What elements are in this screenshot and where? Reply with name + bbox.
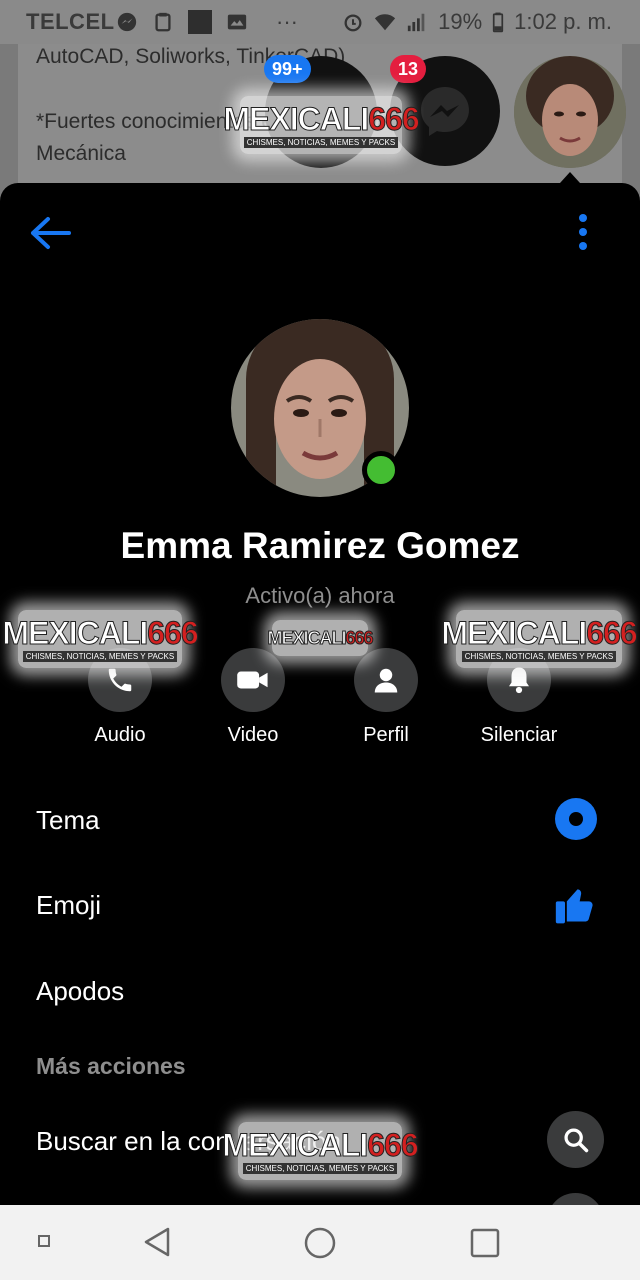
video-label: Video	[227, 724, 279, 746]
nicknames-row-label[interactable]: Apodos	[36, 976, 124, 1007]
more-options-icon[interactable]	[570, 213, 596, 253]
watermark-logo: MEXICALI666 CHISMES, NOTICIAS, MEMES Y P…	[223, 96, 420, 154]
watermark-logo: MEXICALI666	[267, 620, 374, 656]
chat-head-pointer	[560, 172, 580, 183]
recent-apps-icon[interactable]	[468, 1226, 502, 1260]
battery-icon	[493, 12, 504, 33]
video-camera-icon	[237, 671, 268, 689]
gallery-notification-icon	[227, 14, 247, 30]
more-notifications-dots: ···	[276, 9, 298, 34]
battery-percent: 19%	[438, 9, 483, 34]
watermark-logo: MEXICALI666 CHISMES, NOTICIAS, MEMES Y P…	[2, 610, 199, 668]
clock: 1:02 p. m.	[514, 9, 612, 34]
conversation-details-panel: Emma Ramirez Gomez Activo(a) ahora Audio…	[0, 183, 640, 1205]
mute-label: Silenciar	[480, 724, 558, 746]
signal-icon	[407, 13, 425, 32]
theme-color-icon[interactable]	[554, 797, 598, 841]
profile-circle[interactable]	[354, 648, 418, 712]
messenger-notification-icon	[117, 12, 137, 32]
thumbs-up-icon[interactable]	[554, 883, 598, 927]
home-nav-icon[interactable]	[302, 1225, 338, 1261]
status-bar: TELCEL ··· 19% 1:02 p. m.	[0, 0, 640, 44]
profile-label: Perfil	[363, 724, 409, 746]
clipboard-notification-icon	[155, 12, 171, 32]
contact-chat-head[interactable]	[514, 56, 626, 168]
app-notification-icon	[188, 10, 212, 34]
search-conversation-button[interactable]	[547, 1111, 604, 1168]
notification-icons: ···	[116, 9, 298, 35]
dual-window-icon[interactable]	[36, 1233, 52, 1249]
video-call-button[interactable]: Video	[186, 648, 320, 747]
watermark-logo: MEXICALI666 CHISMES, NOTICIAS, MEMES Y P…	[441, 610, 638, 668]
profile-button[interactable]: Perfil	[319, 648, 453, 747]
more-actions-header: Más acciones	[36, 1053, 186, 1079]
audio-label: Audio	[94, 724, 146, 746]
active-status: Activo(a) ahora	[245, 583, 395, 608]
chat-head-badge-red: 13	[390, 55, 427, 83]
messenger-icon	[421, 87, 469, 136]
carrier-label: TELCEL	[26, 9, 115, 34]
theme-row-label[interactable]: Tema	[36, 805, 100, 836]
video-call-circle[interactable]	[221, 648, 285, 712]
bell-icon	[509, 667, 529, 694]
system-nav-bar	[0, 1205, 640, 1280]
alarm-icon	[344, 14, 362, 32]
contact-name: Emma Ramirez Gomez	[120, 525, 520, 566]
wifi-icon	[375, 14, 396, 31]
watermark-logo: MEXICALI666 CHISMES, NOTICIAS, MEMES Y P…	[222, 1122, 419, 1180]
contact-chat-head-photo	[514, 56, 626, 168]
online-status-dot	[362, 451, 400, 489]
chat-head-badge-blue: 99+	[264, 55, 311, 83]
background-text-line: Mecánica	[36, 142, 126, 165]
search-icon	[563, 1127, 588, 1152]
emoji-row-label[interactable]: Emoji	[36, 890, 101, 921]
status-right: 19% 1:02 p. m.	[342, 9, 612, 35]
phone-icon	[108, 668, 132, 692]
back-arrow-icon[interactable]	[28, 215, 72, 251]
back-nav-icon[interactable]	[140, 1225, 174, 1259]
person-icon	[374, 668, 398, 693]
next-action-button[interactable]	[547, 1193, 604, 1205]
